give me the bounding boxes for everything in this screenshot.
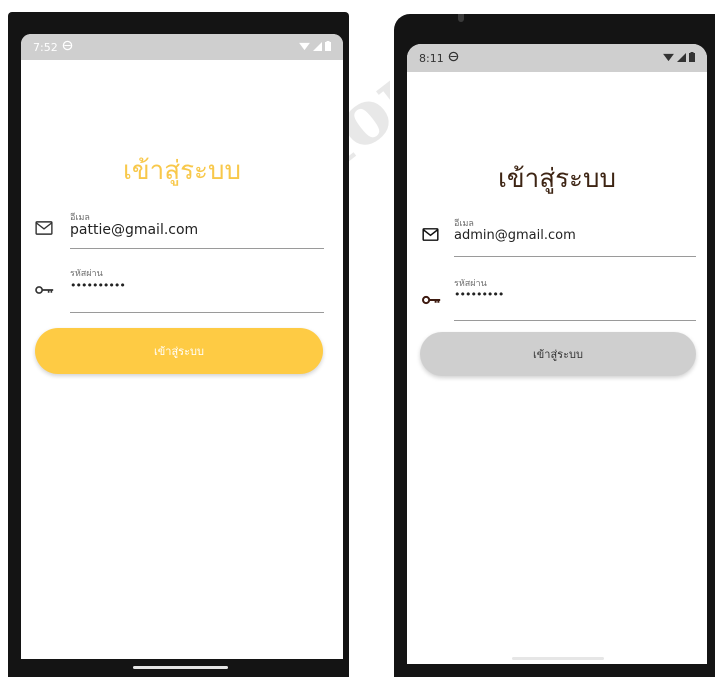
email-field[interactable]: อีเมล admin@gmail.com [422,214,702,260]
status-bar: 8:11 [407,44,707,72]
key-icon [421,290,442,309]
settings-icon [448,51,459,65]
key-icon [35,280,55,299]
status-time: 7:52 [33,40,58,54]
login-screen-left: 7:52 เข้าสู่ระบบ อีเมล pattie@gmail.com [21,34,343,659]
mail-icon [422,226,439,245]
page-title: เข้าสู่ระบบ [497,164,617,194]
page-title: เข้าสู่ระบบ [122,156,242,186]
signal-icon [313,41,322,54]
wifi-icon [299,41,310,54]
email-underline [70,248,324,249]
wifi-icon [663,52,674,65]
email-input[interactable]: admin@gmail.com [454,228,576,243]
battery-icon [325,40,331,54]
password-input[interactable]: •••••••••• [70,279,126,292]
mail-icon [35,220,53,239]
password-label: รหัสผ่าน [70,269,103,279]
password-input[interactable]: ••••••••• [454,288,504,301]
password-field[interactable]: รหัสผ่าน ••••••••• [421,274,702,330]
signal-icon [677,52,686,65]
email-underline [454,256,696,257]
status-bar: 7:52 [21,34,343,60]
password-field[interactable]: รหัสผ่าน •••••••••• [35,264,331,320]
phone-frame-right: 8:11 เข้าสู่ระบบ อีเมล admin@gmail.com ร… [394,14,715,677]
password-underline [70,312,324,313]
login-button[interactable]: เข้าสู่ระบบ [420,332,696,376]
password-underline [454,320,696,321]
phone-frame-left: 7:52 เข้าสู่ระบบ อีเมล pattie@gmail.com [8,12,349,677]
email-input[interactable]: pattie@gmail.com [70,222,198,238]
login-button[interactable]: เข้าสู่ระบบ [35,328,323,374]
settings-icon [62,40,73,54]
home-indicator[interactable] [133,666,228,669]
home-indicator[interactable] [512,657,604,660]
battery-icon [689,51,695,65]
login-screen-right: 8:11 เข้าสู่ระบบ อีเมล admin@gmail.com ร… [407,44,707,664]
status-time: 8:11 [419,51,444,65]
camera-notch [458,14,464,22]
email-field[interactable]: อีเมล pattie@gmail.com [35,208,331,254]
